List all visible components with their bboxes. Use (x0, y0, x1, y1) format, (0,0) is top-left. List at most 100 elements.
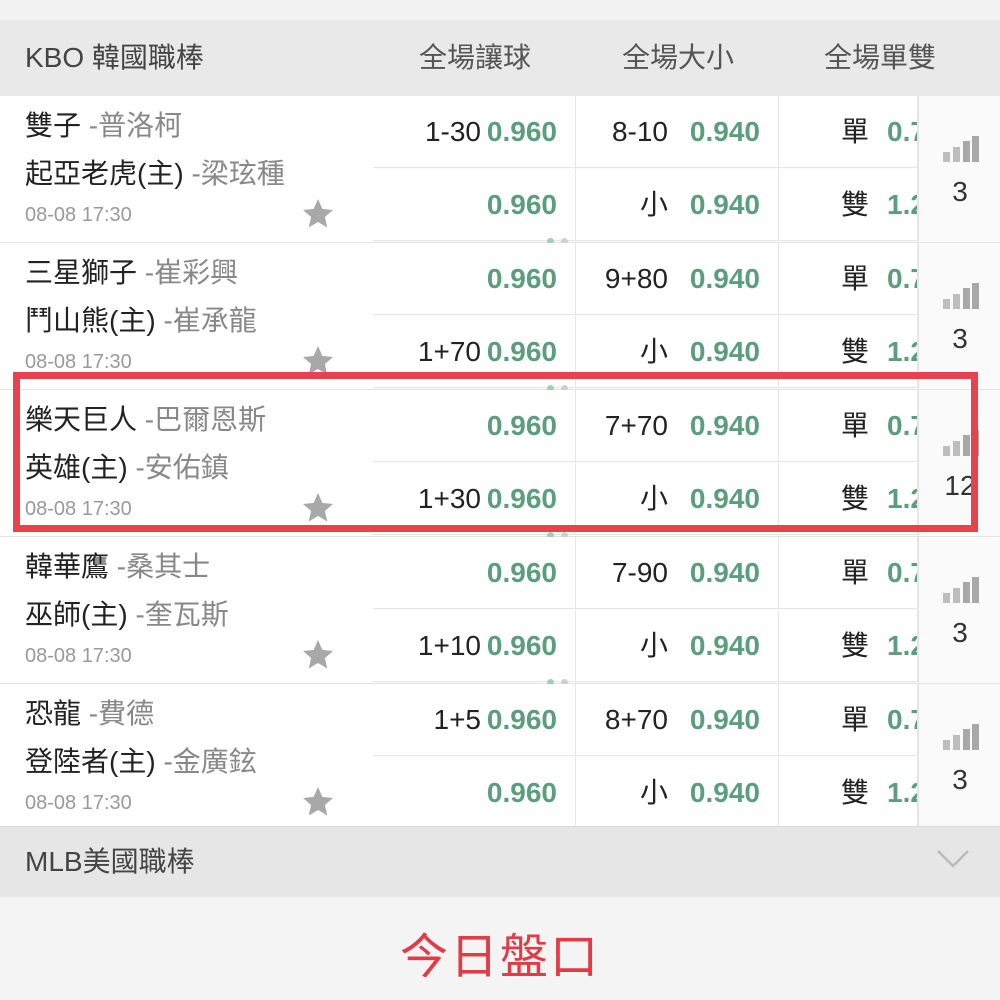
total-line: 小 (639, 483, 668, 514)
more-bets[interactable]: 3 (918, 684, 1000, 830)
signal-bars-icon (943, 283, 979, 309)
star-icon[interactable] (300, 490, 336, 526)
caption-area: 今日盤口 (0, 897, 1000, 1000)
oddeven-odd: 0.7 (887, 410, 917, 441)
more-bets[interactable]: 3 (918, 243, 1000, 389)
more-bets-count: 3 (952, 764, 968, 795)
away-team-name: 韓華鷹 (25, 551, 110, 582)
league-header: KBO 韓國職棒 全場讓球 全場大小 全場單雙 (0, 20, 1000, 96)
handicap-odds-top[interactable]: 0.960 (373, 243, 576, 315)
away-pitcher: -崔彩興 (144, 257, 239, 288)
more-bets-count: 3 (952, 617, 968, 648)
more-bets[interactable]: 3 (918, 537, 1000, 683)
away-pitcher: -巴爾恩斯 (144, 404, 267, 435)
handicap-odds-top[interactable]: 1-30 0.960 (373, 96, 576, 168)
handicap-odds-bottom[interactable]: 1+10 0.960 (373, 610, 576, 682)
col-handicap-header: 全場讓球 (418, 42, 531, 73)
oddeven-odd: 0.7 (887, 557, 917, 588)
page-dots (547, 526, 577, 539)
total-odds-over[interactable]: 8+70 0.940 (576, 684, 779, 756)
handicap-odd: 0.960 (486, 777, 557, 808)
home-team-name: 巫師(主) (25, 599, 128, 630)
home-team: 鬥山熊(主) -崔承龍 (25, 299, 257, 339)
handicap-odds-top[interactable]: 0.960 (373, 537, 576, 609)
odds-grid: 0.960 1+10 0.960 7-90 0.940 小 0.940 單 0.… (373, 537, 918, 686)
total-odds-over[interactable]: 8-10 0.940 (576, 96, 779, 168)
total-line: 8-10 (611, 116, 668, 147)
oddeven-odds-odd[interactable]: 單 0.7 (779, 390, 918, 462)
total-line: 小 (639, 777, 668, 808)
handicap-odd: 0.960 (486, 189, 557, 220)
away-pitcher: -普洛柯 (88, 110, 183, 141)
total-odds-under[interactable]: 小 0.940 (576, 316, 779, 388)
star-icon[interactable] (300, 343, 336, 379)
more-bets[interactable]: 12 (918, 390, 1000, 536)
total-odds-under[interactable]: 小 0.940 (576, 169, 779, 241)
home-pitcher: -安佑鎮 (135, 452, 229, 483)
oddeven-odds-even[interactable]: 雙 1.2 (779, 463, 918, 535)
chevron-down-icon[interactable] (936, 847, 970, 871)
total-odds-under[interactable]: 小 0.940 (576, 757, 779, 829)
handicap-odds-top[interactable]: 1+5 0.960 (373, 684, 576, 756)
oddeven-odds-even[interactable]: 雙 1.2 (779, 757, 918, 829)
total-line: 小 (639, 336, 668, 367)
oddeven-label: 單 (841, 116, 870, 147)
oddeven-odd: 0.7 (887, 263, 917, 294)
total-odd: 0.940 (689, 116, 760, 147)
match-row[interactable]: 雙子 -普洛柯 起亞老虎(主) -梁玹種 08-08 17:30 1-30 0.… (0, 96, 1000, 245)
home-pitcher: -梁玹種 (191, 158, 285, 189)
oddeven-odd: 1.2 (887, 630, 917, 661)
total-odds-over[interactable]: 9+80 0.940 (576, 243, 779, 315)
caption: 今日盤口 (399, 931, 600, 984)
handicap-odds-bottom[interactable]: 1+70 0.960 (373, 316, 576, 388)
match-time: 08-08 17:30 (25, 498, 132, 520)
home-team-name: 鬥山熊(主) (25, 305, 156, 336)
more-bets-count: 3 (952, 176, 968, 207)
signal-bars-icon (943, 724, 979, 750)
total-odd: 0.940 (689, 704, 760, 735)
total-odds-under[interactable]: 小 0.940 (576, 610, 779, 682)
total-odds-under[interactable]: 小 0.940 (576, 463, 779, 535)
handicap-odd: 0.960 (486, 410, 557, 441)
top-strip (0, 0, 1000, 21)
oddeven-odds-even[interactable]: 雙 1.2 (779, 169, 918, 241)
away-team-name: 三星獅子 (25, 257, 138, 288)
oddeven-odds-odd[interactable]: 單 0.7 (779, 243, 918, 315)
match-row[interactable]: 恐龍 -費德 登陸者(主) -金廣鉉 08-08 17:30 1+5 0.960… (0, 684, 1000, 833)
more-bets[interactable]: 3 (918, 96, 1000, 242)
handicap-odds-bottom[interactable]: 0.960 (373, 169, 576, 241)
handicap-odds-bottom[interactable]: 1+30 0.960 (373, 463, 576, 535)
handicap-odds-top[interactable]: 0.960 (373, 390, 576, 462)
oddeven-label: 雙 (841, 189, 870, 220)
total-odd: 0.940 (689, 263, 760, 294)
oddeven-odds-odd[interactable]: 單 0.7 (779, 684, 918, 756)
total-odd: 0.940 (689, 410, 760, 441)
match-time: 08-08 17:30 (25, 204, 132, 226)
oddeven-odd: 1.2 (887, 189, 917, 220)
total-odd: 0.940 (689, 777, 760, 808)
oddeven-label: 單 (841, 263, 870, 294)
total-odds-over[interactable]: 7-90 0.940 (576, 537, 779, 609)
total-odd: 0.940 (689, 630, 760, 661)
oddeven-odds-even[interactable]: 雙 1.2 (779, 316, 918, 388)
handicap-line: 1+30 (417, 483, 481, 514)
match-time: 08-08 17:30 (25, 792, 132, 814)
oddeven-odd: 0.7 (887, 704, 917, 735)
match-row[interactable]: 韓華鷹 -桑其士 巫師(主) -奎瓦斯 08-08 17:30 0.960 1+… (0, 537, 1000, 686)
oddeven-odds-even[interactable]: 雙 1.2 (779, 610, 918, 682)
star-icon[interactable] (300, 637, 336, 673)
mlb-section-header[interactable]: MLB美國職棒 (0, 826, 1000, 898)
odds-grid: 0.960 1+70 0.960 9+80 0.940 小 0.940 單 0.… (373, 243, 918, 392)
star-icon[interactable] (300, 784, 336, 820)
oddeven-label: 單 (841, 410, 870, 441)
away-team: 樂天巨人 -巴爾恩斯 (25, 398, 266, 438)
handicap-odds-bottom[interactable]: 0.960 (373, 757, 576, 829)
total-odds-over[interactable]: 7+70 0.940 (576, 390, 779, 462)
star-icon[interactable] (300, 196, 336, 232)
handicap-odd: 0.960 (486, 704, 557, 735)
oddeven-odds-odd[interactable]: 單 0.7 (779, 96, 918, 168)
match-row[interactable]: 樂天巨人 -巴爾恩斯 英雄(主) -安佑鎮 08-08 17:30 0.960 … (0, 390, 1000, 539)
oddeven-label: 雙 (841, 483, 870, 514)
match-row[interactable]: 三星獅子 -崔彩興 鬥山熊(主) -崔承龍 08-08 17:30 0.960 … (0, 243, 1000, 392)
oddeven-odds-odd[interactable]: 單 0.7 (779, 537, 918, 609)
